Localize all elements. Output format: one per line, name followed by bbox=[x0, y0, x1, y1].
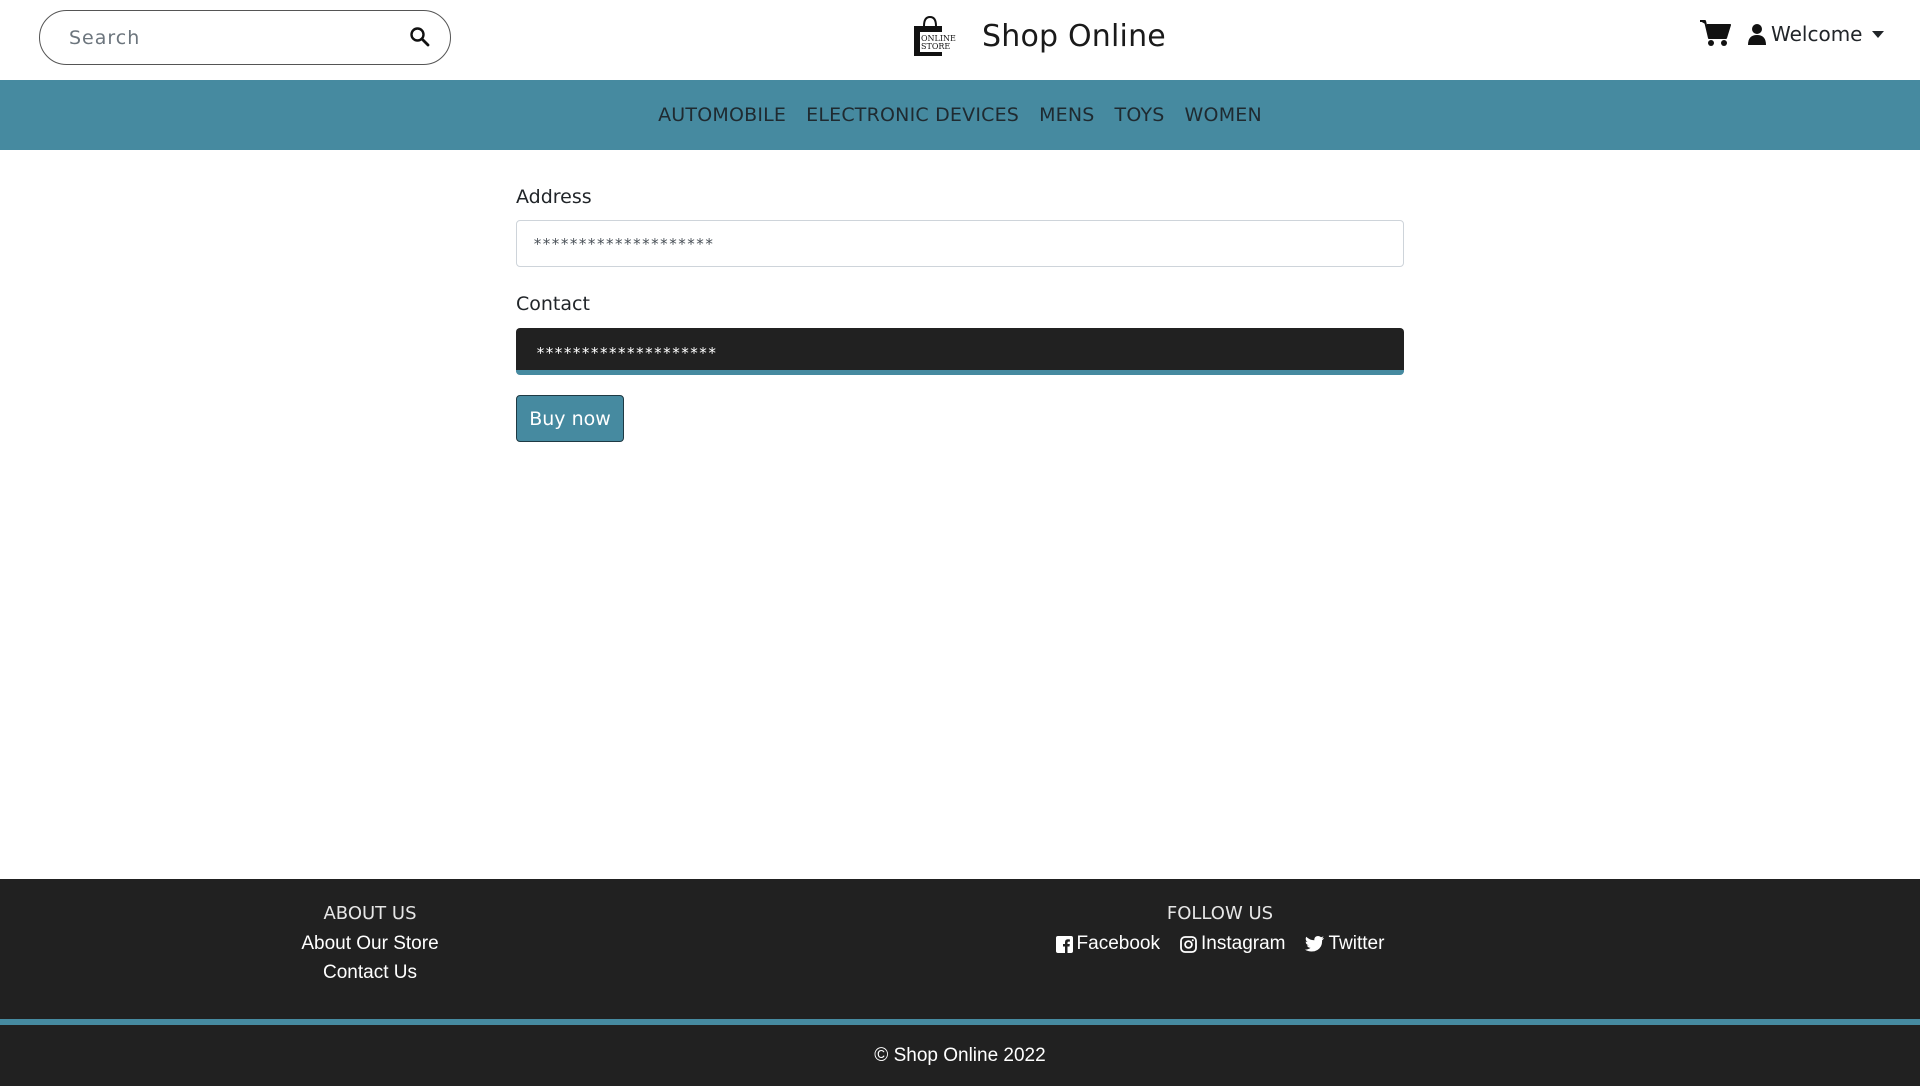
facebook-label: Facebook bbox=[1076, 933, 1160, 954]
social-links: Facebook Instagram Twitter bbox=[1020, 933, 1420, 955]
facebook-link[interactable]: Facebook bbox=[1055, 933, 1160, 955]
search-icon[interactable] bbox=[408, 25, 432, 49]
address-label: Address bbox=[516, 186, 592, 208]
chevron-down-icon bbox=[1872, 30, 1885, 38]
search-box bbox=[39, 10, 451, 65]
nav-item-women[interactable]: WOMEN bbox=[1185, 104, 1262, 126]
copyright-bar: © Shop Online 2022 bbox=[0, 1025, 1920, 1086]
about-heading: ABOUT US bbox=[323, 903, 417, 924]
shop-logo: ONLINE STORE bbox=[914, 15, 956, 56]
footer: ABOUT US About Our Store Contact Us FOLL… bbox=[0, 879, 1920, 1019]
instagram-icon bbox=[1180, 935, 1197, 953]
nav-item-automobile[interactable]: AUTOMOBILE bbox=[658, 104, 786, 126]
welcome-label: Welcome bbox=[1771, 22, 1863, 46]
about-store-link[interactable]: About Our Store bbox=[250, 933, 490, 955]
twitter-link[interactable]: Twitter bbox=[1305, 933, 1384, 955]
address-field[interactable]: ******************** bbox=[516, 220, 1404, 267]
contact-field[interactable]: ******************** bbox=[516, 328, 1404, 375]
header: ONLINE STORE Shop Online Welcome bbox=[0, 0, 1920, 80]
search-input[interactable] bbox=[40, 11, 380, 64]
twitter-icon bbox=[1305, 936, 1325, 952]
user-menu[interactable]: Welcome bbox=[1748, 22, 1885, 46]
facebook-icon bbox=[1055, 935, 1073, 953]
footer-about: ABOUT US About Our Store Contact Us bbox=[250, 903, 490, 991]
contact-label: Contact bbox=[516, 293, 590, 315]
follow-heading: FOLLOW US bbox=[1166, 903, 1274, 924]
brand[interactable]: ONLINE STORE Shop Online bbox=[910, 14, 1166, 58]
copyright-text: © Shop Online 2022 bbox=[874, 1044, 1046, 1066]
nav-item-mens[interactable]: MENS bbox=[1039, 104, 1094, 126]
contact-us-link[interactable]: Contact Us bbox=[250, 962, 490, 984]
footer-follow: FOLLOW US Facebook Instagram Twitter bbox=[1020, 903, 1420, 955]
twitter-label: Twitter bbox=[1328, 933, 1385, 954]
nav-item-toys[interactable]: TOYS bbox=[1115, 104, 1165, 126]
instagram-label: Instagram bbox=[1201, 933, 1286, 954]
logo-text-store: STORE bbox=[921, 42, 950, 51]
nav-item-electronic-devices[interactable]: ELECTRONIC DEVICES bbox=[806, 104, 1019, 126]
instagram-link[interactable]: Instagram bbox=[1180, 933, 1285, 955]
cart-icon[interactable] bbox=[1699, 18, 1731, 48]
brand-title[interactable]: Shop Online bbox=[982, 19, 1166, 54]
category-nav: AUTOMOBILE ELECTRONIC DEVICES MENS TOYS … bbox=[0, 80, 1920, 150]
user-icon bbox=[1748, 24, 1766, 45]
buy-now-button[interactable]: Buy now bbox=[516, 395, 624, 442]
